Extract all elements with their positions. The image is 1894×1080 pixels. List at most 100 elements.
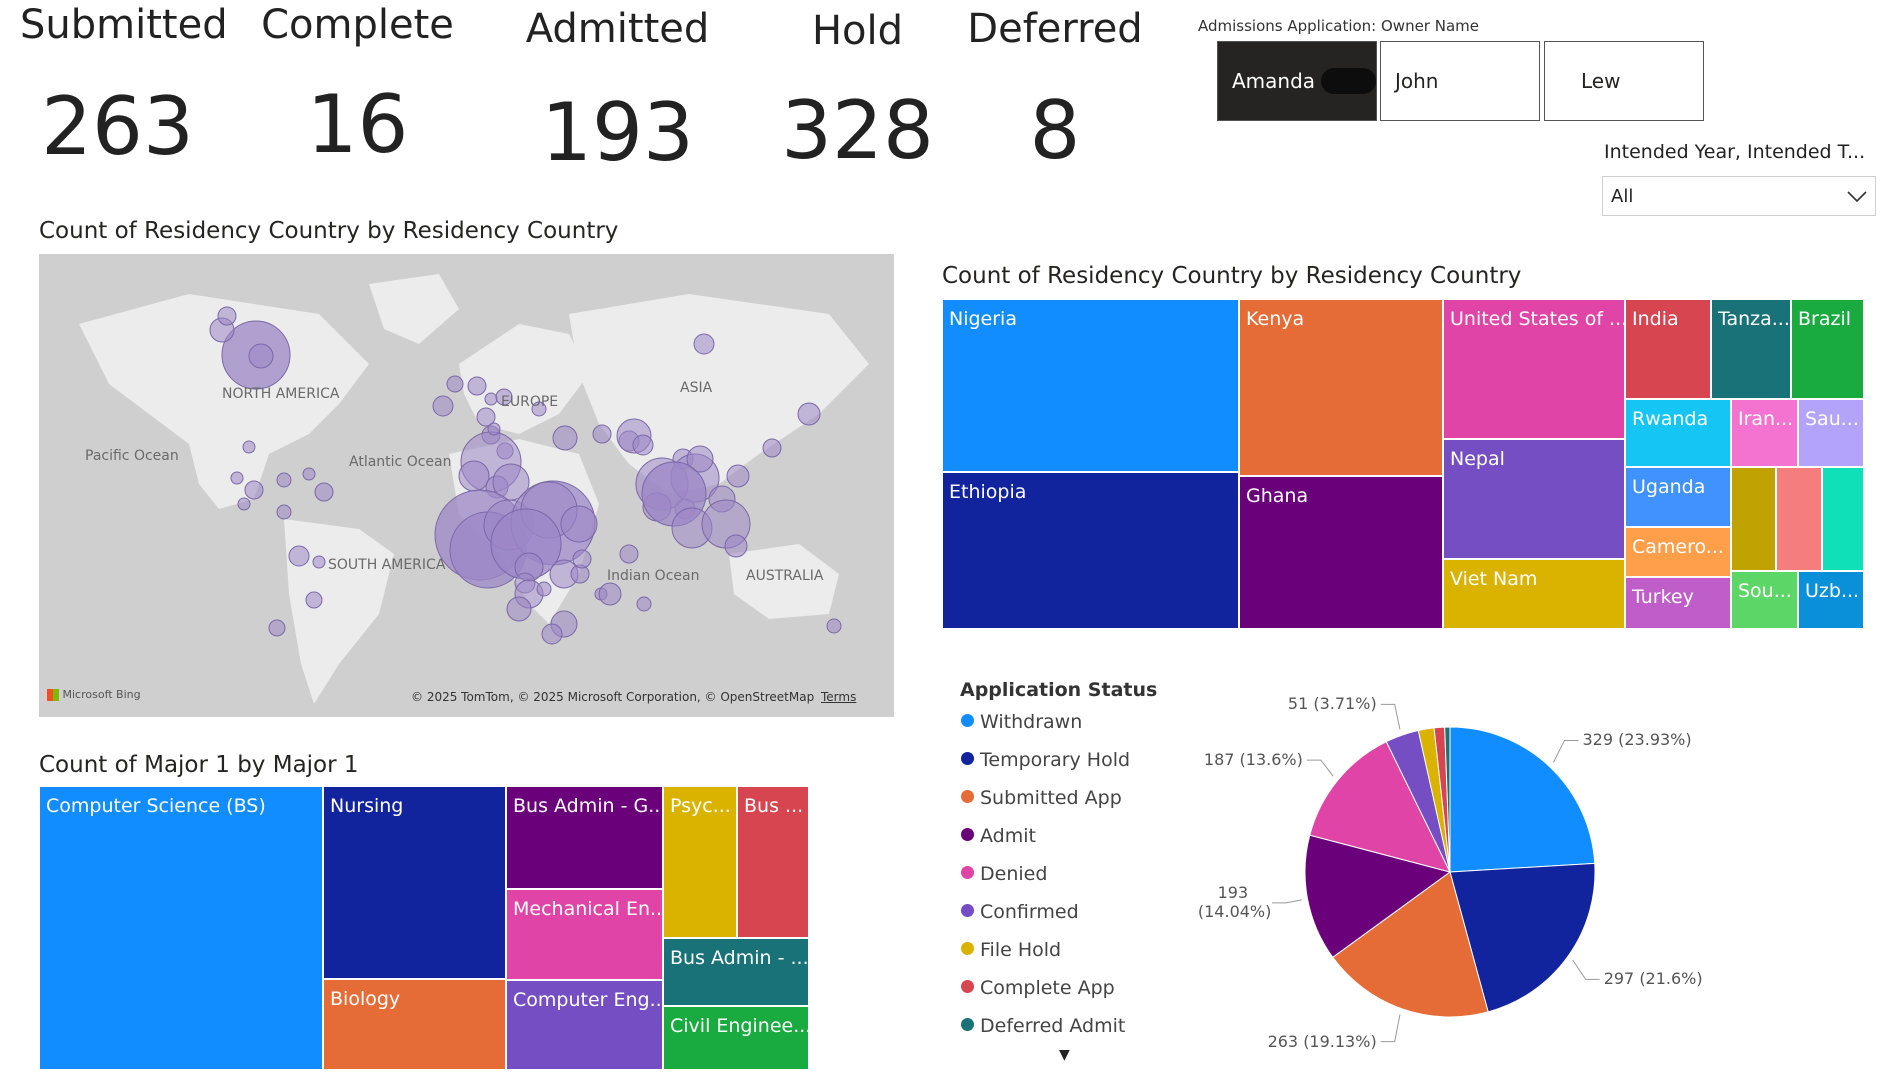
map-bubble[interactable] — [314, 482, 334, 502]
pie-slice[interactable] — [1449, 726, 1596, 873]
treemap-tile-iran[interactable]: Iran... — [1731, 399, 1798, 467]
treemap-tile-brazil[interactable]: Brazil — [1791, 299, 1864, 399]
treemap-tile-rwanda[interactable]: Rwanda — [1625, 399, 1731, 467]
map-bubble[interactable] — [305, 591, 323, 609]
map-label-europe: EUROPE — [501, 394, 559, 410]
treemap-tile-kenya[interactable]: Kenya — [1239, 299, 1443, 476]
legend-dot-icon — [961, 866, 974, 879]
treemap-tile-india[interactable]: India — [1625, 299, 1711, 399]
treemap-tile-viet-nam[interactable]: Viet Nam — [1443, 559, 1625, 629]
pie-leader-line — [1572, 959, 1600, 980]
map-bubble[interactable] — [237, 497, 251, 511]
year-slicer-dropdown[interactable]: All — [1602, 176, 1876, 216]
legend-item[interactable]: Admit — [961, 825, 1036, 847]
kpi-admitted-value: 193 — [541, 86, 694, 179]
pie-data-label: 263 (19.13%) — [1267, 1031, 1377, 1051]
map-bubble[interactable] — [552, 425, 578, 451]
legend-item[interactable]: Complete App — [961, 977, 1115, 999]
owner-option-amanda[interactable]: Amanda — [1217, 41, 1377, 121]
map-bubble[interactable] — [636, 596, 652, 612]
treemap-tile-nursing[interactable]: Nursing — [323, 786, 506, 979]
legend-dot-icon — [961, 942, 974, 955]
legend-item-label: Denied — [980, 863, 1048, 885]
map-bubble[interactable] — [487, 422, 501, 436]
map-bubble[interactable] — [632, 434, 654, 456]
kpi-submitted-label: Submitted — [20, 2, 228, 48]
treemap-tile-unlabeled[interactable] — [1776, 467, 1822, 571]
treemap-tile-bus-admin[interactable]: Bus Admin - ... — [663, 938, 809, 1006]
treemap-tile-uzbekistan[interactable]: Uzb... — [1798, 571, 1864, 629]
treemap-tile-south[interactable]: Sou... — [1731, 571, 1798, 629]
map-bubble[interactable] — [302, 467, 316, 481]
legend-item[interactable]: Denied — [961, 863, 1047, 885]
map-bubble[interactable] — [506, 596, 532, 622]
map-bubble[interactable] — [726, 464, 750, 488]
treemap-tile-tanzania[interactable]: Tanza... — [1711, 299, 1791, 399]
map-visual[interactable]: NORTH AMERICA EUROPE ASIA Pacific Ocean … — [39, 254, 894, 717]
map-bubble[interactable] — [458, 460, 490, 492]
map-bubble[interactable] — [242, 440, 256, 454]
treemap-tile-computer-science[interactable]: Computer Science (BS) — [39, 786, 323, 1070]
treemap-tile-saudi[interactable]: Sau... — [1798, 399, 1864, 467]
owner-option-john[interactable]: John — [1380, 41, 1540, 121]
treemap-tile-psychology[interactable]: Psyc... — [663, 786, 737, 938]
legend-item[interactable]: Withdrawn — [961, 711, 1082, 733]
map-label-pacific: Pacific Ocean — [85, 448, 179, 464]
treemap-tile-united-states[interactable]: United States of ... — [1443, 299, 1625, 439]
map-bubble[interactable] — [560, 505, 598, 543]
pie-data-label: 187 (13.6%) — [1203, 750, 1303, 770]
treemap-tile-mechanical[interactable]: Mechanical En... — [506, 889, 663, 980]
treemap-tile-cameroon[interactable]: Camero... — [1625, 527, 1731, 577]
treemap-tile-computer-eng[interactable]: Computer Eng... — [506, 980, 663, 1070]
map-bubble[interactable] — [536, 581, 552, 597]
legend-scroll-down-icon[interactable]: ▼ — [1059, 1047, 1070, 1063]
map-bubble[interactable] — [288, 545, 310, 567]
treemap-tile-bus-admin-g[interactable]: Bus Admin - G... — [506, 786, 663, 889]
map-bubble[interactable] — [619, 544, 639, 564]
map-bubble[interactable] — [592, 424, 612, 444]
legend-item[interactable]: Submitted App — [961, 787, 1122, 809]
treemap-tile-unlabeled[interactable] — [1822, 467, 1864, 571]
map-bubble[interactable] — [248, 343, 274, 369]
map-bubble[interactable] — [484, 392, 498, 406]
map-bubble[interactable] — [432, 395, 454, 417]
pie-leader-line — [1553, 739, 1579, 763]
map-bubble[interactable] — [268, 619, 286, 637]
map-bubble[interactable] — [693, 333, 715, 355]
map-bubble[interactable] — [276, 504, 292, 520]
map-bubble[interactable] — [826, 618, 842, 634]
legend-item[interactable]: File Hold — [961, 939, 1061, 961]
pie-data-label: 193 (14.04%) — [1197, 882, 1272, 921]
treemap-tile-unlabeled[interactable] — [1731, 467, 1776, 571]
treemap-tile-uganda[interactable]: Uganda — [1625, 467, 1731, 527]
treemap-tile-civil-engineering[interactable]: Civil Enginee... — [663, 1006, 809, 1070]
legend-item-label: Withdrawn — [980, 711, 1083, 733]
map-bubble[interactable] — [276, 472, 292, 488]
legend-item-label: Complete App — [980, 977, 1115, 999]
map-bubble[interactable] — [572, 549, 592, 569]
treemap-tile-bus[interactable]: Bus ... — [737, 786, 809, 938]
treemap-tile-ghana[interactable]: Ghana — [1239, 476, 1443, 629]
treemap-tile-nigeria[interactable]: Nigeria — [942, 299, 1239, 472]
legend-item[interactable]: Deferred Admit — [961, 1015, 1125, 1037]
map-bubble[interactable] — [230, 471, 244, 485]
map-bubble[interactable] — [244, 480, 264, 500]
treemap-tile-biology[interactable]: Biology — [323, 979, 506, 1070]
map-bubble[interactable] — [724, 534, 748, 558]
map-terms-link[interactable]: Terms — [821, 690, 856, 704]
legend-item[interactable]: Temporary Hold — [961, 749, 1130, 771]
map-bubble[interactable] — [446, 375, 464, 393]
map-bubble[interactable] — [312, 555, 326, 569]
owner-option-lew[interactable]: Lew — [1544, 41, 1704, 121]
legend-item[interactable]: Confirmed — [961, 901, 1079, 923]
owner-option-label: Lew — [1581, 69, 1621, 93]
map-bubble[interactable] — [467, 376, 487, 396]
map-bubble[interactable] — [598, 582, 622, 606]
map-bubble[interactable] — [762, 438, 782, 458]
treemap-tile-nepal[interactable]: Nepal — [1443, 439, 1625, 559]
map-bubble[interactable] — [217, 306, 237, 326]
treemap-tile-turkey[interactable]: Turkey — [1625, 577, 1731, 629]
treemap-tile-ethiopia[interactable]: Ethiopia — [942, 472, 1239, 629]
map-bubble[interactable] — [541, 623, 563, 645]
map-bubble[interactable] — [797, 402, 821, 426]
